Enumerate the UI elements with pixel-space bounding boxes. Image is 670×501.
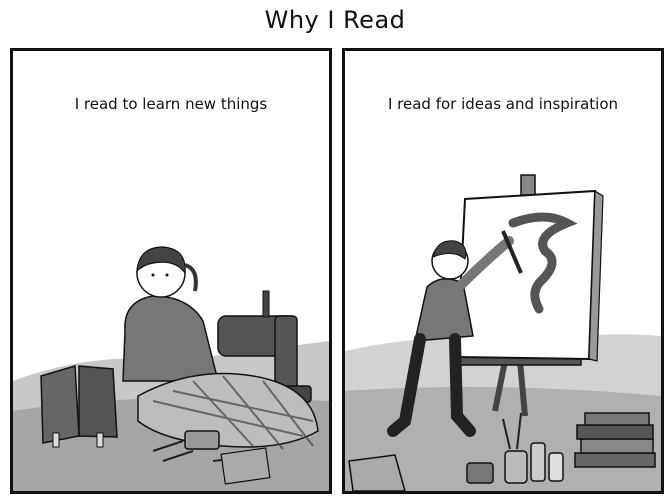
book-stack-icon bbox=[574, 412, 656, 468]
sewing-illustration bbox=[13, 246, 329, 491]
comic-panel-learning: I read to learn new things bbox=[10, 48, 332, 494]
comic-panel-inspiration: I read for ideas and inspiration bbox=[342, 48, 664, 494]
comic-title: Why I Read bbox=[264, 6, 406, 34]
sewing-person bbox=[122, 246, 219, 382]
painting-illustration bbox=[345, 174, 661, 491]
open-book-icon bbox=[40, 365, 118, 448]
sewing-tin-icon bbox=[184, 430, 220, 450]
canvas-icon bbox=[455, 189, 604, 362]
